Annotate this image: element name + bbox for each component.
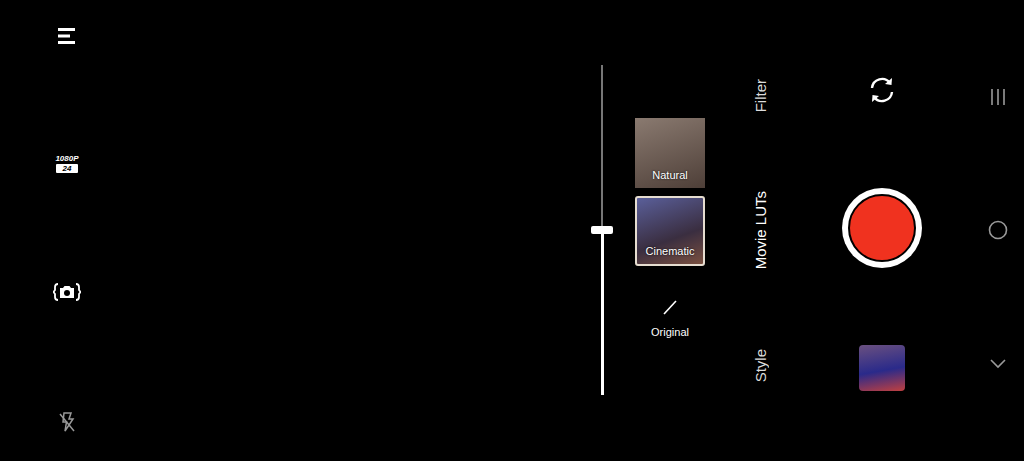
viewfinder[interactable] [134,0,587,461]
mode-tab[interactable]: Filter [752,79,769,112]
slider-handle[interactable] [591,226,613,234]
filter-label: Original [651,326,689,339]
camera-mode-icon[interactable] [53,282,81,302]
slider-fill [601,230,604,395]
left-toolbar: 1080P 24 [0,0,134,461]
slider-track[interactable] [591,65,613,395]
camera-screen: 1080P 24 Natural Cinematic Original Filte… [0,0,1024,461]
zoom-slider[interactable] [587,0,617,461]
mode-tab[interactable]: Style [752,349,769,382]
navigation-bar [972,0,1024,461]
no-filter-icon [661,298,679,316]
filter-item[interactable]: Cinematic [635,196,705,266]
switch-camera-icon[interactable] [867,75,897,105]
capture-controls [822,0,942,461]
frame-rate-label: 24 [56,164,78,173]
filter-label: Natural [652,169,687,182]
recent-apps-icon[interactable] [989,87,1007,107]
menu-icon[interactable] [57,27,77,45]
resolution-label: 1080P [55,154,78,163]
mode-tab[interactable]: Movie LUTs [752,191,769,269]
filter-label: Cinematic [646,245,695,258]
resolution-badge[interactable]: 1080P 24 [52,154,82,173]
back-icon[interactable] [988,356,1008,370]
filter-list: Natural Cinematic Original [630,0,710,461]
filter-item[interactable]: Original [651,274,689,339]
home-icon[interactable] [987,219,1009,241]
filter-item[interactable]: Natural [635,118,705,188]
mode-tabs: Filter Movie LUTs Style [735,0,785,461]
flash-off-icon[interactable] [57,411,77,433]
gallery-thumbnail[interactable] [859,345,905,391]
record-button[interactable] [842,188,922,268]
